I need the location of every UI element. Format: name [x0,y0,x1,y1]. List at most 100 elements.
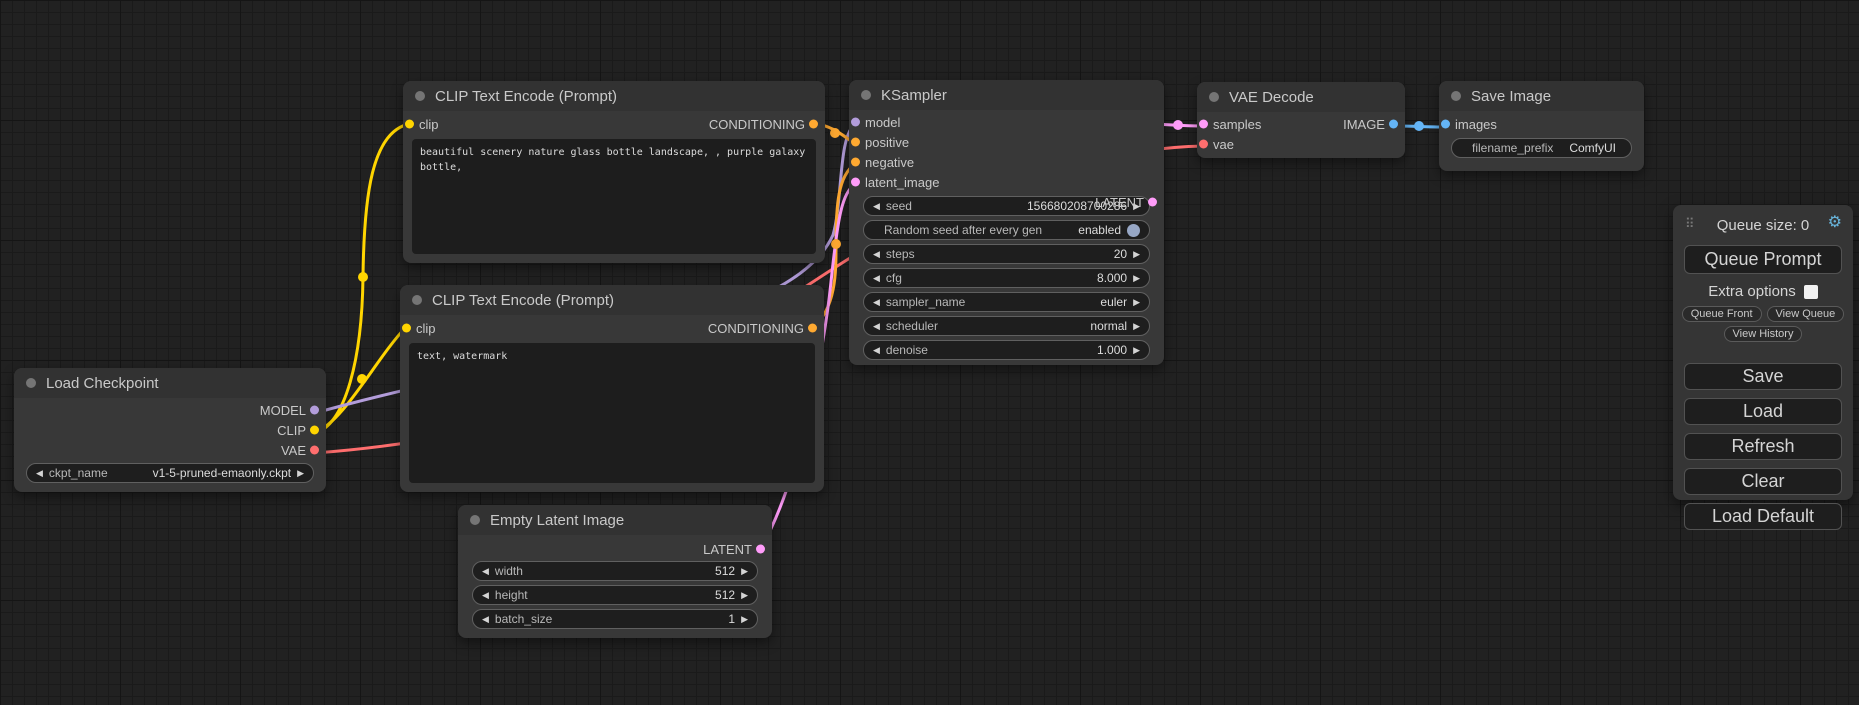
filename-prefix-widget[interactable]: filename_prefix ComfyUI [1451,138,1632,158]
node-header[interactable]: CLIP Text Encode (Prompt) [403,81,825,111]
drag-handle-icon[interactable]: ⠿ [1685,216,1695,232]
collapse-dot-icon[interactable] [412,295,422,305]
node-clip-text-encode-positive: CLIP Text Encode (Prompt) clip CONDITION… [403,81,825,263]
images-input-port[interactable] [1441,120,1450,129]
model-input-port[interactable] [851,118,860,127]
decrement-arrow-icon[interactable]: ◀ [873,297,880,308]
width-widget[interactable]: ◀ width 512 ▶ [472,561,758,581]
cfg-widget[interactable]: ◀ cfg 8.000 ▶ [863,268,1150,288]
decrement-arrow-icon[interactable]: ◀ [873,321,880,332]
decrement-arrow-icon[interactable]: ◀ [873,273,880,284]
widget-label: filename_prefix [1472,141,1553,155]
increment-arrow-icon[interactable]: ▶ [1133,321,1140,332]
latent-image-input-port[interactable] [851,178,860,187]
node-title: Save Image [1471,88,1551,105]
negative-input-port[interactable] [851,158,860,167]
increment-arrow-icon[interactable]: ▶ [741,614,748,625]
collapse-dot-icon[interactable] [1209,92,1219,102]
save-button[interactable]: Save [1684,363,1842,390]
load-default-button[interactable]: Load Default [1684,503,1842,530]
clip-input-port[interactable] [405,120,414,129]
output-label: LATENT [1095,195,1144,210]
gear-icon[interactable]: ⚙ [1828,215,1842,231]
node-header[interactable]: VAE Decode [1197,82,1405,112]
positive-input-port[interactable] [851,138,860,147]
input-label: positive [865,135,909,150]
samples-input-port[interactable] [1199,120,1208,129]
wire-midpoint-dot [1173,120,1183,130]
widget-value: 512 [715,564,735,578]
latent-output-port[interactable] [756,545,765,554]
view-history-button[interactable]: View History [1724,326,1803,342]
node-graph-canvas[interactable]: Load Checkpoint MODEL CLIP VAE ◀ ckpt_na… [0,0,1859,705]
node-header[interactable]: KSampler [849,80,1164,110]
increment-arrow-icon[interactable]: ▶ [297,468,304,479]
input-row-images: images [1439,114,1644,134]
node-ksampler: KSampler LATENT model positive negative … [849,80,1164,365]
decrement-arrow-icon[interactable]: ◀ [873,345,880,356]
decrement-arrow-icon[interactable]: ◀ [873,249,880,260]
collapse-dot-icon[interactable] [1451,91,1461,101]
negative-prompt-textarea[interactable]: text, watermark [409,343,815,483]
view-queue-button[interactable]: View Queue [1767,306,1845,322]
node-clip-text-encode-negative: CLIP Text Encode (Prompt) clip CONDITION… [400,285,824,492]
image-output-port[interactable] [1389,120,1398,129]
sampler-name-widget[interactable]: ◀ sampler_name euler ▶ [863,292,1150,312]
collapse-dot-icon[interactable] [861,90,871,100]
latent-output-port[interactable] [1148,198,1157,207]
conditioning-output-port[interactable] [808,324,817,333]
widget-value: 20 [1114,247,1127,261]
input-label: vae [1213,137,1234,152]
model-output-port[interactable] [310,406,319,415]
node-title: CLIP Text Encode (Prompt) [435,88,617,105]
queue-prompt-button[interactable]: Queue Prompt [1684,245,1842,274]
height-widget[interactable]: ◀ height 512 ▶ [472,585,758,605]
queue-front-button[interactable]: Queue Front [1682,306,1762,322]
increment-arrow-icon[interactable]: ▶ [1133,273,1140,284]
increment-arrow-icon[interactable]: ▶ [1133,297,1140,308]
conditioning-output-port[interactable] [809,120,818,129]
vae-output-port[interactable] [310,446,319,455]
decrement-arrow-icon[interactable]: ◀ [482,614,489,625]
node-header[interactable]: Empty Latent Image [458,505,772,535]
clip-input-port[interactable] [402,324,411,333]
decrement-arrow-icon[interactable]: ◀ [36,468,43,479]
decrement-arrow-icon[interactable]: ◀ [482,590,489,601]
widget-label: cfg [886,271,902,285]
collapse-dot-icon[interactable] [470,515,480,525]
node-title: Load Checkpoint [46,375,159,392]
random-seed-toggle-widget[interactable]: Random seed after every gen enabled [863,220,1150,240]
toggle-enabled-icon[interactable] [1127,224,1140,237]
increment-arrow-icon[interactable]: ▶ [1133,345,1140,356]
batch-size-widget[interactable]: ◀ batch_size 1 ▶ [472,609,758,629]
port-row: clip CONDITIONING [403,114,825,134]
increment-arrow-icon[interactable]: ▶ [741,590,748,601]
extra-options-checkbox[interactable] [1804,285,1818,299]
clip-output-port[interactable] [310,426,319,435]
clear-button[interactable]: Clear [1684,468,1842,495]
input-label: model [865,115,900,130]
steps-widget[interactable]: ◀ steps 20 ▶ [863,244,1150,264]
widget-label: batch_size [495,612,552,626]
node-header[interactable]: Load Checkpoint [14,368,326,398]
output-row-latent: LATENT [458,539,772,559]
wire-midpoint-dot [831,239,841,249]
refresh-button[interactable]: Refresh [1684,433,1842,460]
ckpt-name-widget[interactable]: ◀ ckpt_name v1-5-pruned-emaonly.ckpt ▶ [26,463,314,483]
collapse-dot-icon[interactable] [26,378,36,388]
node-vae-decode: VAE Decode samples IMAGE vae [1197,82,1405,158]
collapse-dot-icon[interactable] [415,91,425,101]
node-header[interactable]: CLIP Text Encode (Prompt) [400,285,824,315]
vae-input-port[interactable] [1199,140,1208,149]
load-button[interactable]: Load [1684,398,1842,425]
increment-arrow-icon[interactable]: ▶ [741,566,748,577]
scheduler-widget[interactable]: ◀ scheduler normal ▶ [863,316,1150,336]
input-label: images [1455,117,1497,132]
positive-prompt-textarea[interactable]: beautiful scenery nature glass bottle la… [412,139,816,254]
denoise-widget[interactable]: ◀ denoise 1.000 ▶ [863,340,1150,360]
decrement-arrow-icon[interactable]: ◀ [873,201,880,212]
decrement-arrow-icon[interactable]: ◀ [482,566,489,577]
increment-arrow-icon[interactable]: ▶ [1133,249,1140,260]
node-header[interactable]: Save Image [1439,81,1644,111]
input-label: latent_image [865,175,939,190]
